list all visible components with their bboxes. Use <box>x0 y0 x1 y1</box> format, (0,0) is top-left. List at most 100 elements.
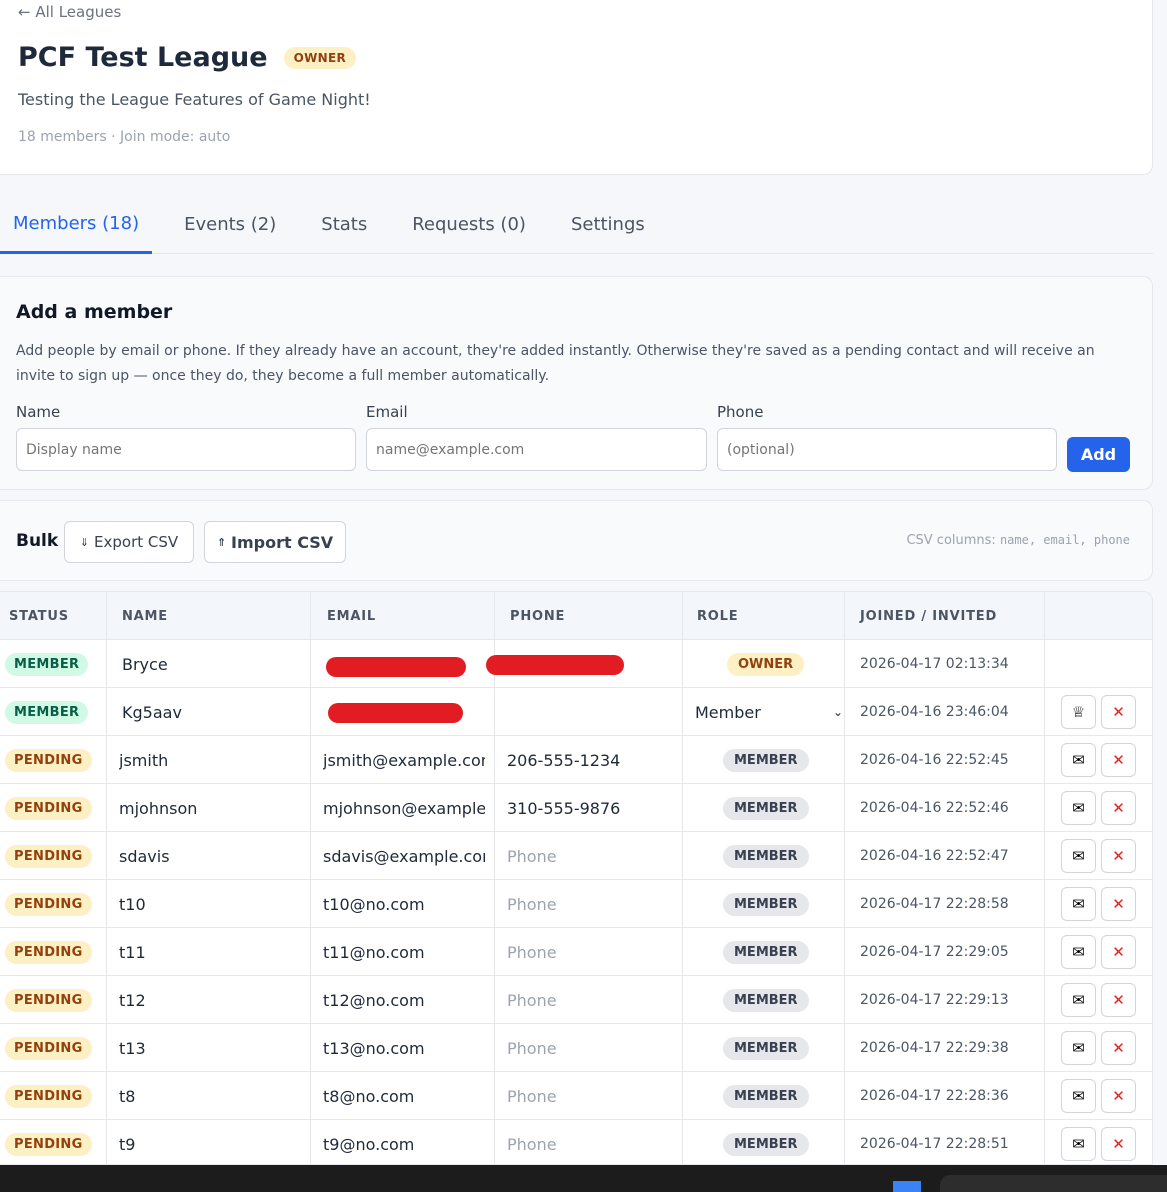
tab-requests[interactable]: Requests (0) <box>399 195 539 254</box>
member-name: t12 <box>119 990 146 1010</box>
member-phone[interactable]: Phone <box>507 928 557 976</box>
member-name: Bryce <box>122 654 168 674</box>
member-name: t9 <box>119 1134 136 1154</box>
add-member-title: Add a member <box>16 301 173 323</box>
crown-icon: ♕ <box>1071 704 1086 721</box>
bulk-card: Bulk ⇓ Export CSV ⇑ Import CSV CSV colum… <box>0 500 1153 581</box>
league-description: Testing the League Features of Game Nigh… <box>18 90 371 109</box>
remove-member-button[interactable]: ✕ <box>1101 743 1136 777</box>
table-row: PENDING t13 t13@no.com Phone MEMBER 2026-04-1… <box>0 1024 1152 1072</box>
role-badge: MEMBER <box>723 796 809 820</box>
resend-invite-button[interactable]: ✉ <box>1061 887 1096 921</box>
resend-invite-button[interactable]: ✉ <box>1061 1079 1096 1113</box>
resend-invite-button[interactable]: ✉ <box>1061 839 1096 873</box>
remove-member-button[interactable]: ✕ <box>1101 1079 1136 1113</box>
joined-date: 2026-04-17 02:13:34 <box>860 656 1009 672</box>
remove-member-button[interactable]: ✕ <box>1101 791 1136 825</box>
member-phone[interactable]: Phone <box>507 880 557 928</box>
tab-events[interactable]: Events (2) <box>171 195 289 254</box>
role-badge: MEMBER <box>723 988 809 1012</box>
member-email: t11@no.com <box>323 942 425 962</box>
status-badge: PENDING <box>5 1132 92 1156</box>
member-phone: 206-555-1234 <box>507 750 621 770</box>
add-member-description: Add people by email or phone. If they al… <box>16 343 1095 384</box>
redaction-mark <box>486 655 624 675</box>
promote-button[interactable]: ♕ <box>1061 695 1096 729</box>
resend-invite-button[interactable]: ✉ <box>1061 743 1096 777</box>
mail-icon: ✉ <box>1072 992 1085 1009</box>
remove-member-button[interactable]: ✕ <box>1101 887 1136 921</box>
table-header: STATUS NAME EMAIL PHONE ROLE JOINED / IN… <box>0 592 1152 640</box>
member-email: t13@no.com <box>323 1038 425 1058</box>
member-email: t9@no.com <box>323 1134 415 1154</box>
role-badge: MEMBER <box>723 1084 809 1108</box>
tab-members[interactable]: Members (18) <box>0 195 153 254</box>
redaction-mark <box>328 703 463 723</box>
name-label: Name <box>16 403 61 421</box>
resend-invite-button[interactable]: ✉ <box>1061 935 1096 969</box>
col-role: ROLE <box>697 608 739 624</box>
remove-member-button[interactable]: ✕ <box>1101 1031 1136 1065</box>
export-csv-button[interactable]: ⇓ Export CSV <box>64 521 194 563</box>
resend-invite-button[interactable]: ✉ <box>1061 1031 1096 1065</box>
remove-member-button[interactable]: ✕ <box>1101 983 1136 1017</box>
remove-member-button[interactable]: ✕ <box>1101 695 1136 729</box>
joined-date: 2026-04-16 22:52:45 <box>860 752 1009 768</box>
close-icon: ✕ <box>1112 752 1125 769</box>
joined-date: 2026-04-17 22:28:36 <box>860 1088 1009 1104</box>
member-phone[interactable]: Phone <box>507 832 557 880</box>
resend-invite-button[interactable]: ✉ <box>1061 1127 1096 1161</box>
email-label: Email <box>366 403 408 421</box>
league-header: ← All Leagues PCF Test League OWNER Test… <box>0 0 1153 175</box>
add-member-card: Add a member Add people by email or phon… <box>0 276 1153 490</box>
joined-date: 2026-04-16 22:52:47 <box>860 848 1009 864</box>
col-name: NAME <box>122 608 168 624</box>
mail-icon: ✉ <box>1072 896 1085 913</box>
title-row: PCF Test League OWNER <box>18 42 356 73</box>
remove-member-button[interactable]: ✕ <box>1101 839 1136 873</box>
member-email: t12@no.com <box>323 990 425 1010</box>
status-badge: MEMBER <box>5 700 89 724</box>
member-phone[interactable]: Phone <box>507 1024 557 1072</box>
member-phone[interactable]: Phone <box>507 976 557 1024</box>
close-icon: ✕ <box>1112 1136 1125 1153</box>
upload-arrow-icon: ⇑ <box>216 535 227 549</box>
member-name: t13 <box>119 1038 146 1058</box>
import-csv-button[interactable]: ⇑ Import CSV <box>204 521 346 563</box>
table-row: PENDING t9 t9@no.com Phone MEMBER 2026-04-17 … <box>0 1120 1152 1164</box>
member-phone[interactable]: Phone <box>507 1120 557 1164</box>
back-to-leagues-link[interactable]: ← All Leagues <box>18 3 121 21</box>
tab-stats[interactable]: Stats <box>308 195 380 254</box>
import-csv-label: Import CSV <box>231 532 334 552</box>
table-row: PENDING t8 t8@no.com Phone MEMBER 2026-04-17 … <box>0 1072 1152 1120</box>
taskbar-search[interactable] <box>940 1175 1167 1192</box>
name-input[interactable] <box>16 428 356 471</box>
os-taskbar <box>0 1165 1167 1192</box>
redaction-mark <box>326 657 466 677</box>
status-badge: MEMBER <box>5 652 89 676</box>
member-name: t8 <box>119 1086 136 1106</box>
remove-member-button[interactable]: ✕ <box>1101 1127 1136 1161</box>
windows-start-icon[interactable] <box>893 1181 921 1192</box>
league-tabs: Members (18) Events (2) Stats Requests (… <box>0 195 1153 254</box>
role-select[interactable]: Member ⌄ <box>695 703 843 722</box>
member-name: Kg5aav <box>122 702 182 722</box>
add-member-button[interactable]: Add <box>1067 437 1130 472</box>
csv-col-name: name <box>999 533 1029 547</box>
close-icon: ✕ <box>1112 1040 1125 1057</box>
csv-col-email: email <box>1043 533 1080 547</box>
remove-member-button[interactable]: ✕ <box>1101 935 1136 969</box>
member-name: mjohnson <box>119 798 198 818</box>
col-phone: PHONE <box>510 608 566 624</box>
member-phone[interactable]: Phone <box>507 1072 557 1120</box>
mail-icon: ✉ <box>1072 752 1085 769</box>
status-badge: PENDING <box>5 892 92 916</box>
tab-settings[interactable]: Settings <box>558 195 658 254</box>
phone-input[interactable] <box>717 428 1057 471</box>
col-email: EMAIL <box>327 608 376 624</box>
resend-invite-button[interactable]: ✉ <box>1061 791 1096 825</box>
table-row: MEMBER Kg5aav Member ⌄ 2026-04-16 23:46:04 ♕ ✕ <box>0 688 1152 736</box>
email-input[interactable] <box>366 428 707 471</box>
joined-date: 2026-04-17 22:29:13 <box>860 992 1009 1008</box>
resend-invite-button[interactable]: ✉ <box>1061 983 1096 1017</box>
